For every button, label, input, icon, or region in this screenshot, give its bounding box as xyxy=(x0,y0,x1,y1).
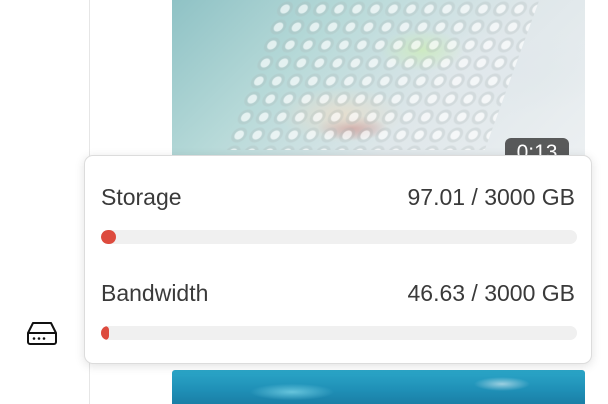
storage-label: Storage xyxy=(101,184,182,210)
bandwidth-value: 46.63 / 3000 GB xyxy=(407,280,575,306)
bandwidth-progress-bar xyxy=(101,326,577,340)
hard-drive-icon[interactable] xyxy=(26,320,58,346)
thumbnail-image-detail xyxy=(224,0,540,150)
video-thumbnail-next[interactable] xyxy=(172,370,585,404)
bandwidth-label: Bandwidth xyxy=(101,280,209,306)
storage-value: 97.01 / 3000 GB xyxy=(407,184,575,210)
bandwidth-progress-fill xyxy=(101,326,109,340)
storage-progress-fill xyxy=(101,230,117,244)
storage-progress-bar xyxy=(101,230,577,244)
sidebar xyxy=(0,0,90,404)
usage-popover: Storage 97.01 / 3000 GB Bandwidth 46.63 … xyxy=(84,155,592,364)
